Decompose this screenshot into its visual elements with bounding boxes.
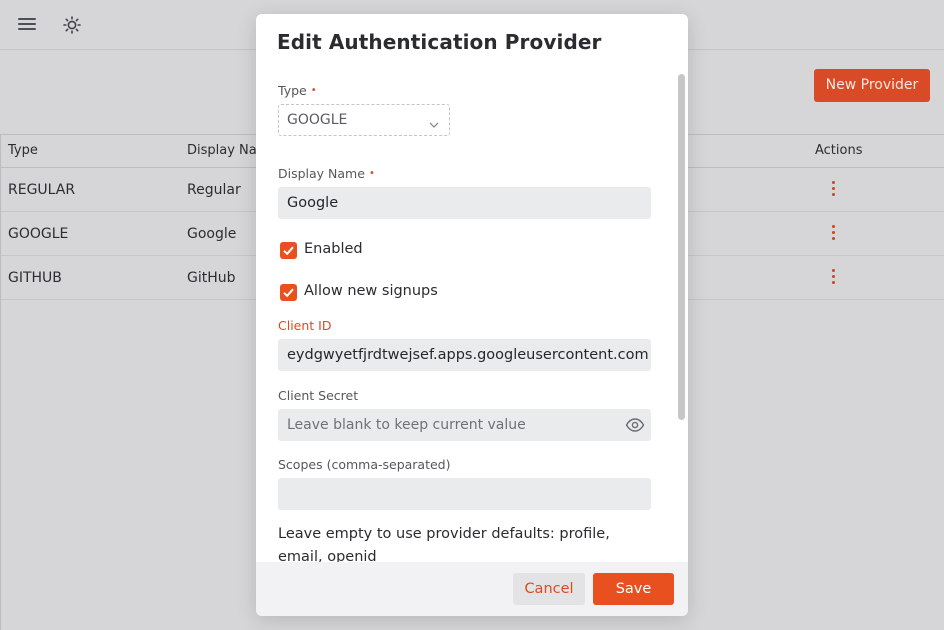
allow-signups-checkbox[interactable] [280, 284, 297, 301]
display-name-label: Display Name • [278, 166, 375, 181]
dialog-title: Edit Authentication Provider [277, 30, 602, 54]
scopes-label: Scopes (comma-separated) [278, 457, 451, 472]
scrollbar-thumb[interactable] [678, 74, 685, 420]
dialog-body: Type • GOOGLE Display Name • Google Enable… [256, 72, 688, 562]
cell-display-name: GitHub [187, 270, 236, 286]
client-id-field[interactable]: eydgwyetfjrdtwejsef.apps.googleuserconte… [278, 339, 651, 371]
scopes-help-text: Leave empty to use provider defaults: pr… [278, 526, 610, 562]
type-label: Type • [278, 83, 317, 98]
row-actions-icon[interactable] [830, 225, 836, 243]
client-secret-field[interactable]: Leave blank to keep current value [278, 409, 651, 441]
type-select[interactable]: GOOGLE [278, 104, 450, 136]
column-header-actions: Actions [815, 143, 863, 158]
allow-signups-label[interactable]: Allow new signups [304, 283, 438, 299]
dialog-footer: Cancel Save [256, 562, 688, 616]
dialog-scrollbar[interactable] [674, 72, 688, 562]
enabled-label[interactable]: Enabled [304, 241, 363, 257]
enabled-checkbox[interactable] [280, 242, 297, 259]
save-button[interactable]: Save [593, 573, 674, 605]
eye-icon[interactable] [625, 417, 645, 433]
cancel-button[interactable]: Cancel [513, 573, 585, 605]
column-header-type[interactable]: Type [8, 135, 38, 167]
display-name-value: Google [287, 195, 339, 211]
row-actions-icon[interactable] [830, 181, 836, 199]
client-id-label: Client ID [278, 318, 332, 333]
hamburger-menu-icon[interactable] [18, 16, 36, 34]
row-actions-icon[interactable] [830, 269, 836, 287]
type-select-value: GOOGLE [287, 112, 348, 128]
cell-type: GITHUB [8, 270, 62, 286]
cell-type: GOOGLE [8, 226, 69, 242]
scopes-field[interactable] [278, 478, 651, 510]
cell-display-name: Google [187, 226, 237, 242]
client-secret-placeholder: Leave blank to keep current value [287, 417, 526, 433]
client-id-value: eydgwyetfjrdtwejsef.apps.googleuserconte… [287, 347, 649, 363]
required-indicator: • [368, 168, 375, 179]
client-secret-label: Client Secret [278, 388, 359, 403]
display-name-field[interactable]: Google [278, 187, 651, 219]
cell-type: REGULAR [8, 182, 76, 198]
sun-icon[interactable] [62, 15, 82, 35]
required-indicator: • [310, 85, 317, 96]
cell-display-name: Regular [187, 182, 241, 198]
chevron-down-icon [429, 115, 439, 128]
edit-provider-dialog: Edit Authentication Provider Type • GOOGL… [256, 14, 688, 616]
new-provider-button[interactable]: New Provider [814, 69, 930, 102]
